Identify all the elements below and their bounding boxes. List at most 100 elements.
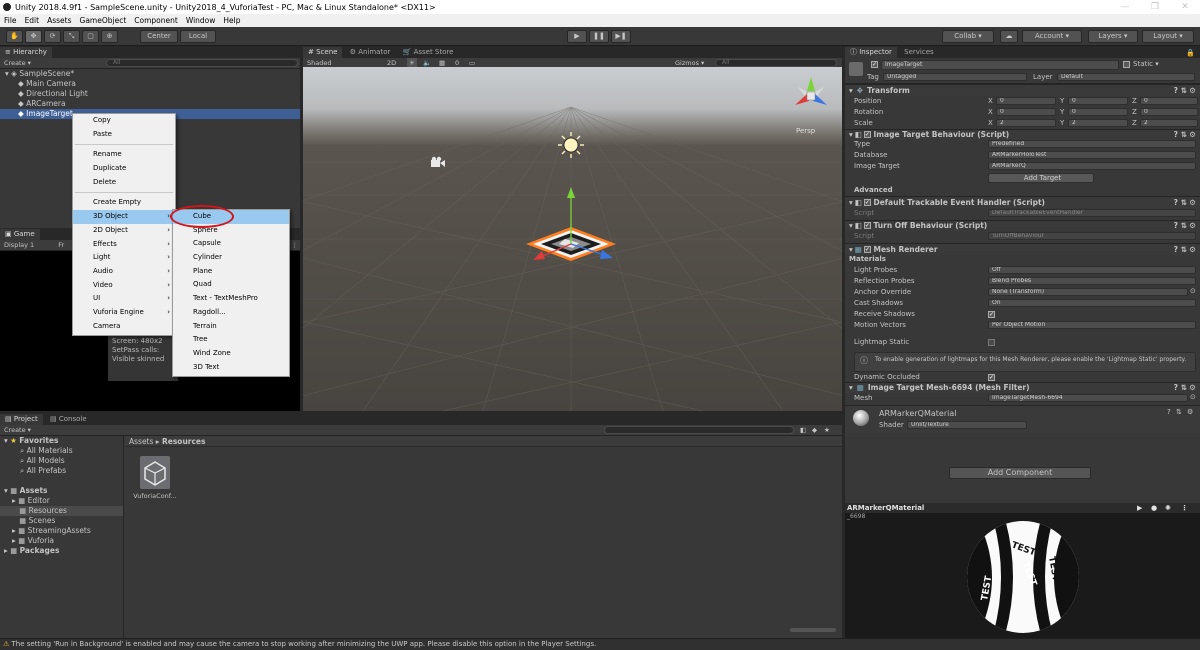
position-x-field[interactable]: 0 <box>996 96 1056 105</box>
object-picker-icon[interactable]: ⊙ <box>1190 287 1196 295</box>
game-options-icon[interactable]: ⋮ <box>292 240 299 250</box>
help-icon[interactable]: ? <box>1167 408 1171 416</box>
dynamic-occluded-checkbox[interactable]: ✓ <box>988 373 995 381</box>
menu-item-camera[interactable]: Camera <box>73 320 175 334</box>
tag-dropdown[interactable]: Untagged <box>883 73 1027 81</box>
rect-tool-icon[interactable]: ▢ <box>82 30 99 43</box>
scale-z-field[interactable]: 2 <box>1140 118 1198 127</box>
presets-icon[interactable]: ⇅ <box>1181 220 1187 232</box>
tab-game[interactable]: ▣ Game <box>0 229 40 240</box>
menu-item-2d-object[interactable]: 2D Object › <box>73 224 175 238</box>
hierarchy-item-arcamera[interactable]: ◆ ARCamera <box>0 99 300 109</box>
project-create-button[interactable]: Create ▾ <box>4 426 31 434</box>
help-icon[interactable]: ? <box>1174 85 1178 97</box>
presets-icon[interactable]: ⇅ <box>1181 382 1187 394</box>
settings-gear-icon[interactable]: ⚙ <box>1189 85 1196 97</box>
persp-label[interactable]: Persp <box>796 127 815 135</box>
hand-tool-icon[interactable]: ✋ <box>6 30 23 43</box>
shading-mode-dropdown[interactable]: Shaded <box>307 59 331 67</box>
thumbnail-size-slider[interactable] <box>790 628 836 632</box>
pivot-local-button[interactable]: Local <box>180 30 216 43</box>
image-target-behaviour-header[interactable]: ▾ ◧ ✓ Image Target Behaviour (Script) ? ⇅ ⚙ <box>845 128 1200 141</box>
presets-icon[interactable]: ⇅ <box>1181 197 1187 209</box>
transform-tool-icon[interactable]: ⊕ <box>101 30 118 43</box>
help-icon[interactable]: ? <box>1174 244 1178 256</box>
cloud-icon[interactable]: ☁ <box>1000 30 1018 43</box>
settings-gear-icon[interactable]: ⚙ <box>1189 244 1196 256</box>
tab-project[interactable]: ▤ Project <box>0 414 43 425</box>
shader-dropdown[interactable]: Unlit/Texture <box>907 421 1027 429</box>
breadcrumb-assets[interactable]: Assets <box>129 437 153 446</box>
rotation-y-field[interactable]: 0 <box>1068 107 1128 116</box>
tree-folder-resources[interactable]: ■ Resources <box>0 506 123 516</box>
tab-console[interactable]: ▤ Console <box>45 414 92 425</box>
submenu-item-plane[interactable]: Plane <box>173 265 289 279</box>
rotation-z-field[interactable]: 0 <box>1140 107 1198 116</box>
tree-assets[interactable]: ▾ ■ Assets <box>0 486 123 496</box>
static-dropdown[interactable]: Static ▾ <box>1133 60 1159 68</box>
add-target-button[interactable]: Add Target <box>988 173 1094 183</box>
hierarchy-search-input[interactable]: All <box>106 59 298 67</box>
tree-fav-item[interactable]: ⌕ All Models <box>0 456 123 466</box>
scale-y-field[interactable]: 2 <box>1068 118 1128 127</box>
pause-icon[interactable]: ❚❚ <box>589 30 609 43</box>
preview-sphere-icon[interactable]: ● <box>1151 503 1157 513</box>
scene-search-input[interactable]: All <box>715 59 837 67</box>
mesh-filter-header[interactable]: ▾ ▦ Image Target Mesh-6694 (Mesh Filter) … <box>845 381 1200 394</box>
display-dropdown[interactable]: Display 1 <box>4 241 34 249</box>
rotate-tool-icon[interactable]: ⟳ <box>44 30 61 43</box>
tab-asset-store[interactable]: 🛒 Asset Store <box>398 47 459 58</box>
settings-gear-icon[interactable]: ⚙ <box>1187 408 1193 416</box>
submenu-item-ragdoll[interactable]: Ragdoll... <box>173 306 289 320</box>
menu-item-vuforia-engine[interactable]: Vuforia Engine › <box>73 306 175 320</box>
minimize-icon[interactable]: — <box>1110 0 1140 14</box>
layer-dropdown[interactable]: Default <box>1057 73 1195 81</box>
help-icon[interactable]: ? <box>1174 382 1178 394</box>
cast-shadows-dropdown[interactable]: On <box>988 298 1196 307</box>
component-enabled-checkbox[interactable]: ✓ <box>863 131 871 139</box>
materials-foldout[interactable]: Materials <box>849 255 886 263</box>
reflection-probes-dropdown[interactable]: Blend Probes <box>988 276 1196 285</box>
material-header[interactable]: ARMarkerQMaterial Shader Unlit/Texture ?… <box>845 405 1200 433</box>
move-tool-icon[interactable]: ✥ <box>25 30 42 43</box>
tree-folder-streamingassets[interactable]: ▸ ■ StreamingAssets <box>0 526 123 536</box>
menu-item-audio[interactable]: Audio › <box>73 265 175 279</box>
settings-gear-icon[interactable]: ⚙ <box>1189 129 1196 141</box>
filter-type-icon[interactable]: ◧ <box>800 425 806 435</box>
asset-thumbnail[interactable] <box>140 456 170 489</box>
receive-shadows-checkbox[interactable]: ✓ <box>988 310 995 318</box>
menu-file[interactable]: File <box>0 14 21 27</box>
component-enabled-checkbox[interactable]: ✓ <box>863 198 871 206</box>
tree-folder-editor[interactable]: ▸ ■ Editor <box>0 496 123 506</box>
object-name-field[interactable]: ImageTarget <box>881 60 1119 70</box>
close-icon[interactable]: ✕ <box>1170 0 1200 14</box>
scale-x-field[interactable]: 2 <box>996 118 1056 127</box>
tab-services[interactable]: Services <box>899 47 939 58</box>
help-icon[interactable]: ? <box>1174 197 1178 209</box>
breadcrumb-resources[interactable]: Resources <box>162 437 206 446</box>
menu-item-light[interactable]: Light › <box>73 251 175 265</box>
presets-icon[interactable]: ⇅ <box>1176 408 1182 416</box>
presets-icon[interactable]: ⇅ <box>1181 85 1187 97</box>
menu-gameobject[interactable]: GameObject <box>76 14 131 27</box>
menu-assets[interactable]: Assets <box>43 14 75 27</box>
component-enabled-checkbox[interactable]: ✓ <box>863 245 871 253</box>
tree-fav-item[interactable]: ⌕ All Prefabs <box>0 466 123 476</box>
inspector-lock-icon[interactable]: 🔒 <box>1186 49 1195 57</box>
tab-animator[interactable]: ⚙ Animator <box>345 47 396 58</box>
position-z-field[interactable]: 0 <box>1140 96 1198 105</box>
free-aspect-dropdown[interactable]: Fr <box>58 241 64 249</box>
dteh-header[interactable]: ▾ ◧ ✓ Default Trackable Event Handler (Sc… <box>845 196 1200 208</box>
settings-gear-icon[interactable]: ⚙ <box>1189 197 1196 209</box>
submenu-item-tree[interactable]: Tree <box>173 333 289 347</box>
presets-icon[interactable]: ⇅ <box>1181 129 1187 141</box>
menu-item-duplicate[interactable]: Duplicate <box>73 162 175 176</box>
menu-item-paste[interactable]: Paste <box>73 128 175 142</box>
add-component-button[interactable]: Add Component <box>949 467 1091 479</box>
tree-packages[interactable]: ▸ ■ Packages <box>0 546 123 556</box>
submenu-item-3d-text[interactable]: 3D Text <box>173 361 289 375</box>
help-icon[interactable]: ? <box>1174 220 1178 232</box>
position-y-field[interactable]: 0 <box>1068 96 1128 105</box>
favorite-star-icon[interactable]: ★ <box>824 425 830 435</box>
submenu-item-text-meshpro[interactable]: Text - TextMeshPro <box>173 292 289 306</box>
